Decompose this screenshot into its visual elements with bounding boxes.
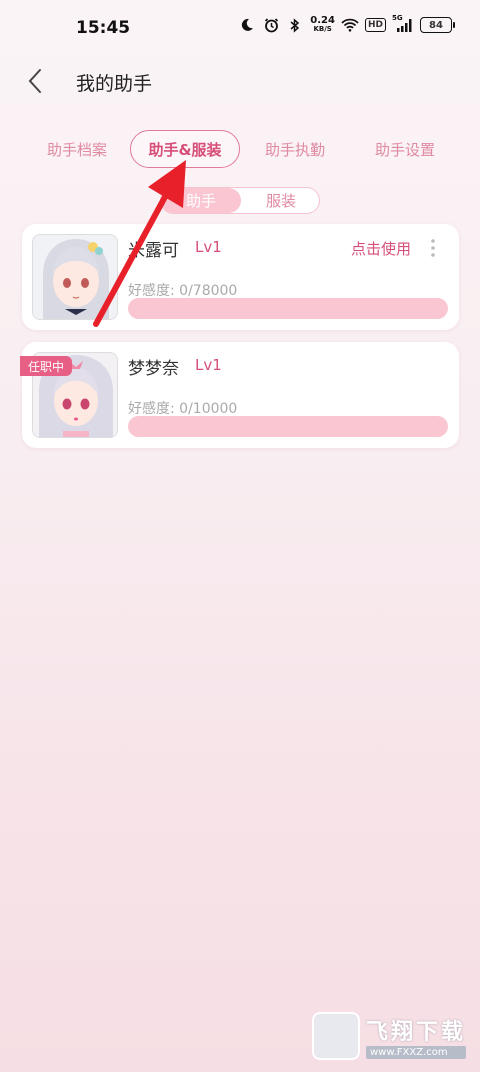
alarm-icon bbox=[262, 16, 280, 34]
watermark-url: www.FXXZ.com bbox=[366, 1045, 467, 1059]
signal-icon: 5G bbox=[392, 14, 414, 34]
affinity-value: 0/10000 bbox=[179, 401, 238, 417]
tab-bar: 助手档案 助手&服装 助手执勤 助手设置 bbox=[0, 130, 480, 170]
assistant-card[interactable]: 任职中 梦梦奈 Lv1 好感度: 0/10000 bbox=[20, 342, 459, 448]
page-title: 我的助手 bbox=[76, 73, 153, 95]
on-duty-badge: 任职中 bbox=[20, 356, 73, 376]
net-speed: 0.24 KB/S bbox=[310, 16, 335, 34]
affinity-text: 好感度: 0/10000 bbox=[128, 398, 237, 418]
affinity-bar bbox=[128, 416, 448, 437]
segment-control: 助手 服装 bbox=[160, 187, 320, 214]
more-vertical-icon bbox=[431, 239, 435, 257]
affinity-bar bbox=[128, 298, 448, 319]
assistant-name: 米露可 bbox=[128, 241, 179, 261]
tab-assistant-costume[interactable]: 助手&服装 bbox=[130, 130, 240, 168]
tab-assistant-settings[interactable]: 助手设置 bbox=[364, 130, 446, 168]
hd-badge: HD bbox=[364, 18, 386, 32]
use-button[interactable]: 点击使用 bbox=[351, 238, 411, 259]
moon-icon bbox=[238, 16, 256, 34]
segment-costume[interactable]: 服装 bbox=[241, 188, 319, 213]
app-header: 我的助手 bbox=[0, 58, 480, 104]
status-time: 15:45 bbox=[76, 18, 131, 38]
status-bar: 15:45 0.24 KB/S HD 5G 84 bbox=[0, 0, 480, 56]
net-speed-value: 0.24 bbox=[310, 15, 335, 26]
watermark-name: 飞翔下载 bbox=[366, 1019, 467, 1045]
affinity-text: 好感度: 0/78000 bbox=[128, 280, 237, 300]
assistant-level: Lv1 bbox=[195, 238, 222, 256]
network-type: 5G bbox=[392, 14, 403, 22]
tab-assistant-duty[interactable]: 助手执勤 bbox=[254, 130, 336, 168]
affinity-label: 好感度: bbox=[128, 283, 175, 299]
watermark-logo-icon bbox=[312, 1012, 360, 1060]
assistant-level: Lv1 bbox=[195, 356, 222, 374]
battery-indicator: 84 bbox=[420, 17, 455, 33]
back-button[interactable] bbox=[18, 64, 52, 98]
affinity-label: 好感度: bbox=[128, 401, 175, 417]
chevron-left-icon bbox=[28, 69, 41, 93]
assistant-card[interactable]: 米露可 Lv1 点击使用 好感度: 0/78000 bbox=[22, 224, 459, 330]
more-options-button[interactable] bbox=[427, 238, 439, 258]
bluetooth-icon bbox=[286, 16, 304, 34]
affinity-value: 0/78000 bbox=[179, 283, 238, 299]
tab-assistant-profile[interactable]: 助手档案 bbox=[36, 130, 118, 168]
segment-assistant[interactable]: 助手 bbox=[161, 188, 241, 213]
watermark: 飞翔下载 www.FXXZ.com bbox=[312, 1008, 474, 1064]
net-speed-unit: KB/S bbox=[313, 25, 332, 33]
assistant-avatar bbox=[32, 234, 118, 320]
status-icons: 0.24 KB/S HD 5G 84 bbox=[238, 14, 455, 34]
wifi-icon bbox=[341, 16, 359, 34]
assistant-name: 梦梦奈 bbox=[128, 359, 179, 379]
